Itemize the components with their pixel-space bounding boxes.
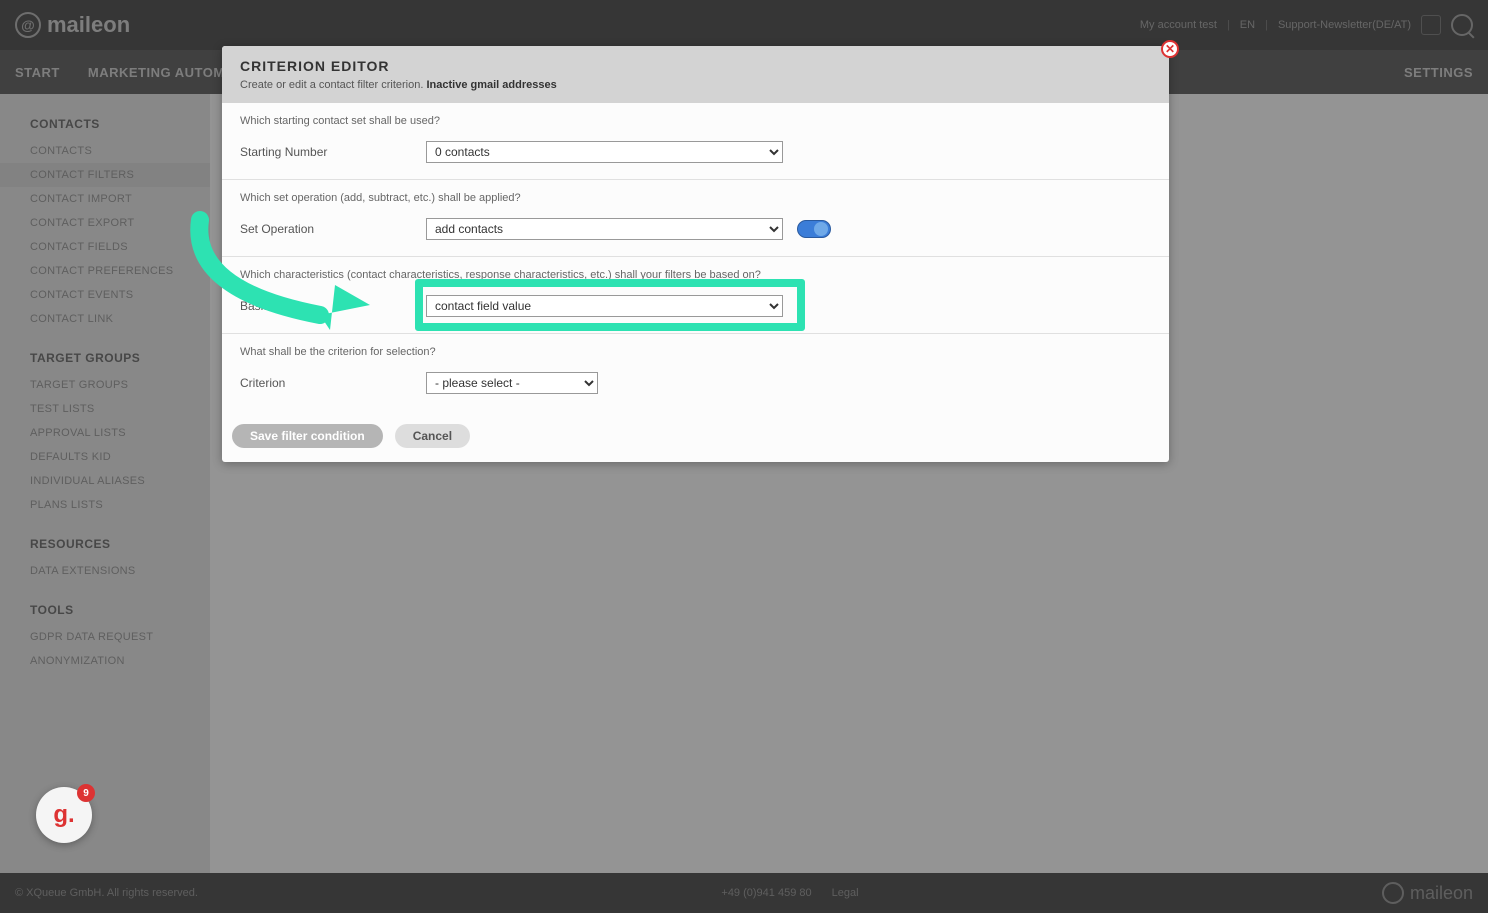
chat-widget[interactable]: g. 9 <box>36 787 92 843</box>
dialog-title: CRITERION EDITOR <box>240 58 1151 74</box>
dialog-subtitle-name: Inactive gmail addresses <box>426 79 556 91</box>
question-starting-set: Which starting contact set shall be used… <box>240 115 1151 127</box>
label-criterion: Criterion <box>240 376 426 390</box>
row-criterion: Criterion - please select - <box>240 372 1151 394</box>
close-icon[interactable]: ✕ <box>1161 40 1179 58</box>
select-starting-number[interactable]: 0 contacts <box>426 141 783 163</box>
label-basis: Basis <box>240 299 426 313</box>
select-criterion[interactable]: - please select - <box>426 372 598 394</box>
chat-widget-icon: g. <box>53 801 74 829</box>
row-starting-number: Starting Number 0 contacts <box>240 141 1151 163</box>
dialog-header: CRITERION EDITOR Create or edit a contac… <box>222 46 1169 103</box>
section-criterion: What shall be the criterion for selectio… <box>222 334 1169 410</box>
section-starting-set: Which starting contact set shall be used… <box>222 103 1169 180</box>
section-set-operation: Which set operation (add, subtract, etc.… <box>222 180 1169 257</box>
dialog-footer: Save filter condition Cancel <box>222 410 1169 462</box>
criterion-editor-dialog: ✕ CRITERION EDITOR Create or edit a cont… <box>222 46 1169 462</box>
cancel-button[interactable]: Cancel <box>395 424 470 448</box>
save-button[interactable]: Save filter condition <box>232 424 383 448</box>
question-criterion: What shall be the criterion for selectio… <box>240 346 1151 358</box>
chat-badge: 9 <box>77 784 95 802</box>
row-set-operation: Set Operation add contacts <box>240 218 1151 240</box>
dialog-subtitle-prefix: Create or edit a contact filter criterio… <box>240 79 426 91</box>
select-set-operation[interactable]: add contacts <box>426 218 783 240</box>
dialog-subtitle: Create or edit a contact filter criterio… <box>240 79 1151 91</box>
toggle-set-operation[interactable] <box>797 220 831 238</box>
question-set-operation: Which set operation (add, subtract, etc.… <box>240 192 1151 204</box>
dialog-body: Which starting contact set shall be used… <box>222 103 1169 410</box>
select-basis[interactable]: contact field value <box>426 295 783 317</box>
label-starting-number: Starting Number <box>240 145 426 159</box>
section-basis: Which characteristics (contact character… <box>222 257 1169 334</box>
question-basis: Which characteristics (contact character… <box>240 269 1151 281</box>
row-basis: Basis contact field value <box>240 295 1151 317</box>
label-set-operation: Set Operation <box>240 222 426 236</box>
